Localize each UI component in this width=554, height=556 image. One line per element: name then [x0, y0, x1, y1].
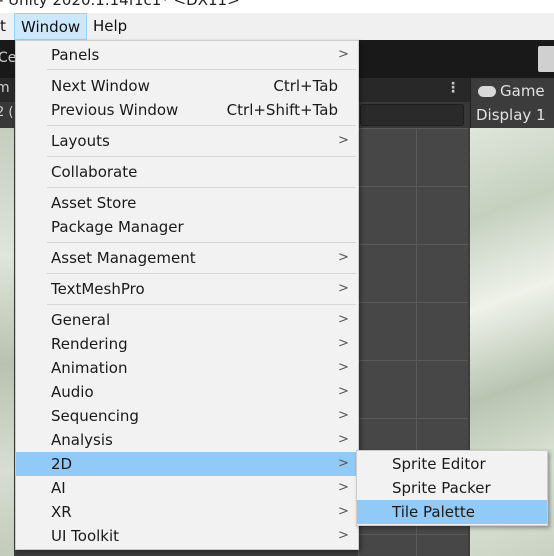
- scene-toolbar-partial: 2 (: [0, 105, 14, 120]
- window-title-bar: - Unity 2020.1.14f1c1* <DX11>: [0, 0, 554, 13]
- chevron-right-icon: >: [338, 456, 349, 471]
- scene-terrain-strip: [0, 128, 14, 556]
- chevron-right-icon: >: [338, 133, 349, 148]
- menu-item-layouts[interactable]: Layouts >: [16, 129, 358, 153]
- menu-item-previous-window[interactable]: Previous Window Ctrl+Shift+Tab: [16, 98, 358, 122]
- menu-item-asset-management[interactable]: Asset Management >: [16, 246, 358, 270]
- window-menu-dropdown: Panels > Next Window Ctrl+Tab Previous Win…: [15, 40, 359, 550]
- submenu-item-sprite-packer[interactable]: Sprite Packer: [357, 476, 547, 500]
- chevron-right-icon: >: [338, 384, 349, 399]
- menu-separator: [47, 125, 356, 126]
- menu-item-ui-toolkit[interactable]: UI Toolkit >: [16, 524, 358, 548]
- tab-game[interactable]: Game: [472, 80, 554, 102]
- chevron-right-icon: >: [338, 281, 349, 296]
- more-options-icon[interactable]: ⋮: [446, 80, 460, 96]
- menu-item-animation[interactable]: Animation >: [16, 356, 358, 380]
- toolbar-partial-label: Ce: [0, 50, 17, 66]
- chevron-right-icon: >: [338, 336, 349, 351]
- menu-separator: [47, 187, 356, 188]
- chevron-right-icon: >: [338, 408, 349, 423]
- menu-item-next-window[interactable]: Next Window Ctrl+Tab: [16, 74, 358, 98]
- game-toolbar: Display 1: [470, 102, 554, 128]
- menu-item-asset-store[interactable]: Asset Store: [16, 191, 358, 215]
- menu-item-textmeshpro[interactable]: TextMeshPro >: [16, 277, 358, 301]
- tab-game-label: Game: [500, 82, 545, 100]
- chevron-right-icon: >: [338, 312, 349, 327]
- chevron-right-icon: >: [338, 480, 349, 495]
- chevron-right-icon: >: [338, 360, 349, 375]
- submenu-2d: Sprite Editor Sprite Packer Tile Palette: [356, 450, 548, 526]
- menu-edit[interactable]: t: [0, 13, 12, 40]
- menu-item-xr[interactable]: XR >: [16, 500, 358, 524]
- menu-item-general[interactable]: General >: [16, 308, 358, 332]
- menu-separator: [47, 156, 356, 157]
- toolbar-right-button[interactable]: [538, 46, 554, 72]
- menu-item-audio[interactable]: Audio >: [16, 380, 358, 404]
- menu-item-analysis[interactable]: Analysis >: [16, 428, 358, 452]
- submenu-item-sprite-editor[interactable]: Sprite Editor: [357, 452, 547, 476]
- scene-search-input[interactable]: [360, 104, 464, 126]
- menu-help[interactable]: Help: [87, 13, 133, 40]
- chevron-right-icon: >: [338, 47, 349, 62]
- menu-separator: [47, 304, 356, 305]
- menu-item-package-manager[interactable]: Package Manager: [16, 215, 358, 239]
- menu-window[interactable]: Window: [14, 13, 88, 40]
- menu-item-rendering[interactable]: Rendering >: [16, 332, 358, 356]
- menu-item-ai[interactable]: AI >: [16, 476, 358, 500]
- menu-item-sequencing[interactable]: Sequencing >: [16, 404, 358, 428]
- menu-item-collaborate[interactable]: Collaborate: [16, 160, 358, 184]
- chevron-right-icon: >: [338, 250, 349, 265]
- submenu-item-tile-palette[interactable]: Tile Palette: [357, 500, 547, 524]
- chevron-right-icon: >: [338, 528, 349, 543]
- display-select[interactable]: Display 1: [476, 106, 546, 124]
- chevron-right-icon: >: [338, 504, 349, 519]
- menu-item-panels[interactable]: Panels >: [16, 43, 358, 67]
- menu-separator: [47, 69, 356, 70]
- gamepad-icon: [478, 86, 496, 97]
- chevron-right-icon: >: [338, 432, 349, 447]
- menu-bar: t Window Help: [0, 13, 554, 40]
- window-title: - Unity 2020.1.14f1c1* <DX11>: [0, 0, 240, 9]
- menu-separator: [47, 273, 356, 274]
- scene-tab-partial[interactable]: m: [0, 80, 10, 96]
- menu-separator: [47, 242, 356, 243]
- menu-item-2d[interactable]: 2D >: [16, 452, 358, 476]
